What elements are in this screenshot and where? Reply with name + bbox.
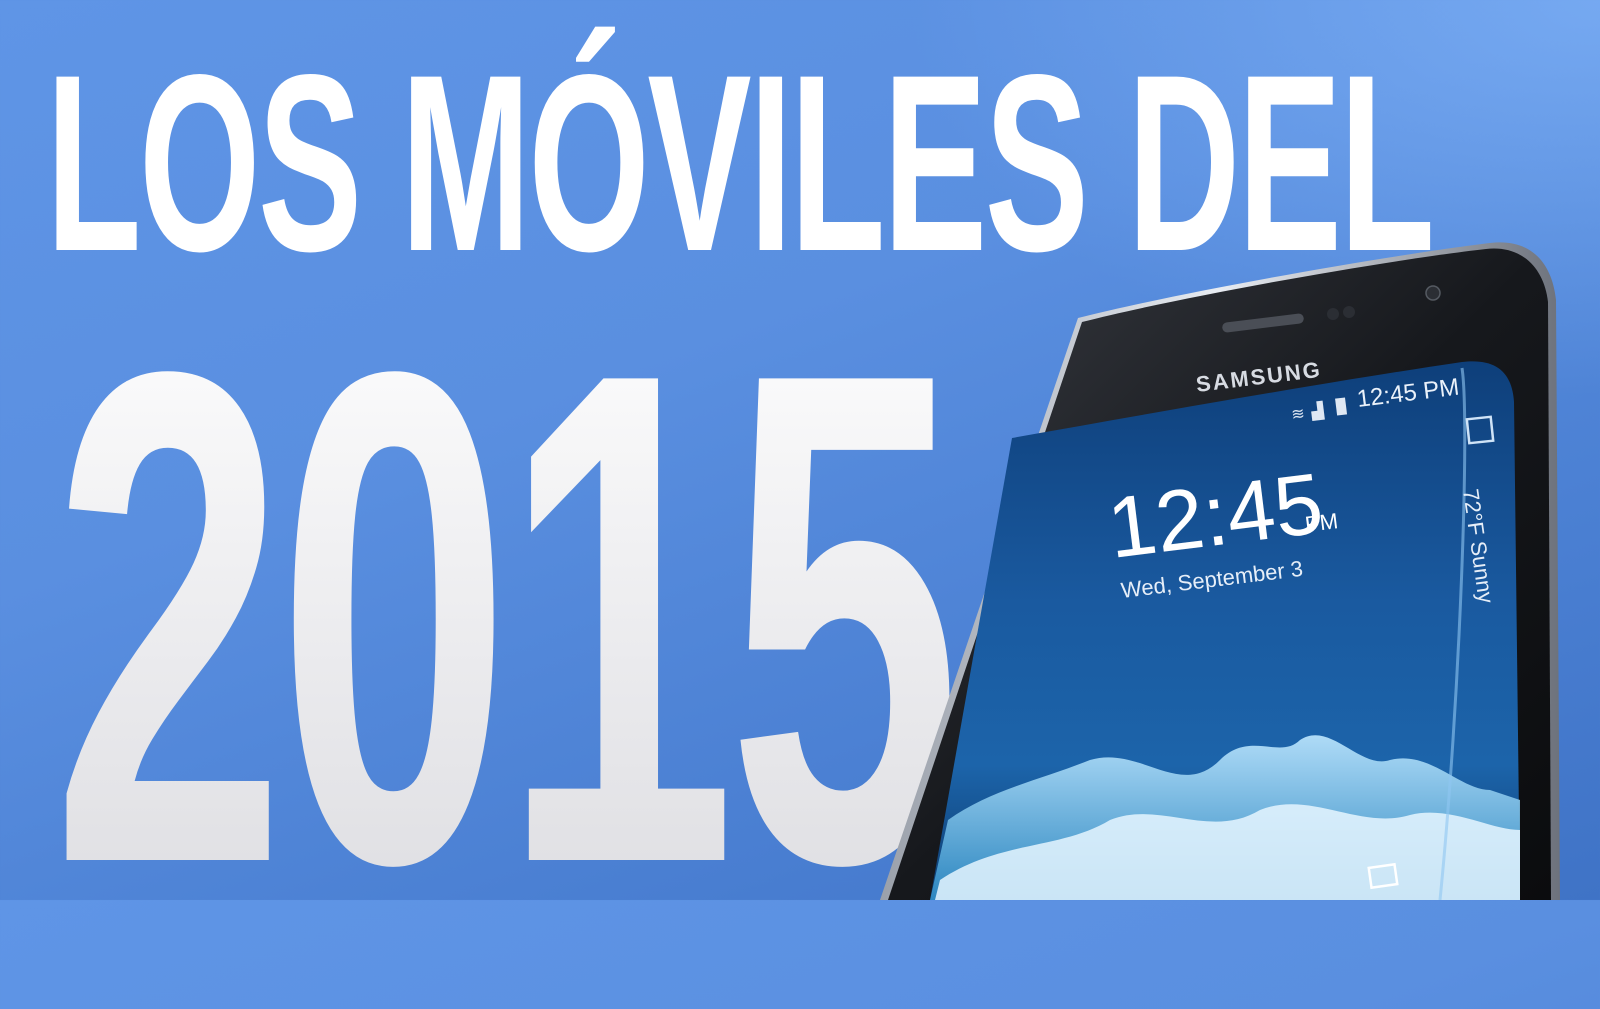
lockscreen-clock: 12:45	[1103, 455, 1328, 577]
lockscreen-date: Wed, September 3	[1120, 556, 1305, 603]
year-title: 2015	[52, 227, 961, 1009]
screen-wave-foam	[935, 804, 1520, 900]
edge-checkbox-icon	[1465, 415, 1495, 445]
battery-icon	[1335, 397, 1348, 416]
screen-wave	[930, 735, 1520, 900]
lockscreen-ampm: PM	[1304, 508, 1340, 537]
wifi-icon: ≋	[1290, 405, 1305, 424]
phone-screen	[930, 361, 1520, 900]
signal-icon: ▟	[1309, 401, 1325, 422]
edge-weather: 72°F Sunny	[1458, 487, 1499, 605]
edge-mail-icon	[1367, 862, 1399, 890]
edge-screen-highlight	[1438, 367, 1467, 900]
